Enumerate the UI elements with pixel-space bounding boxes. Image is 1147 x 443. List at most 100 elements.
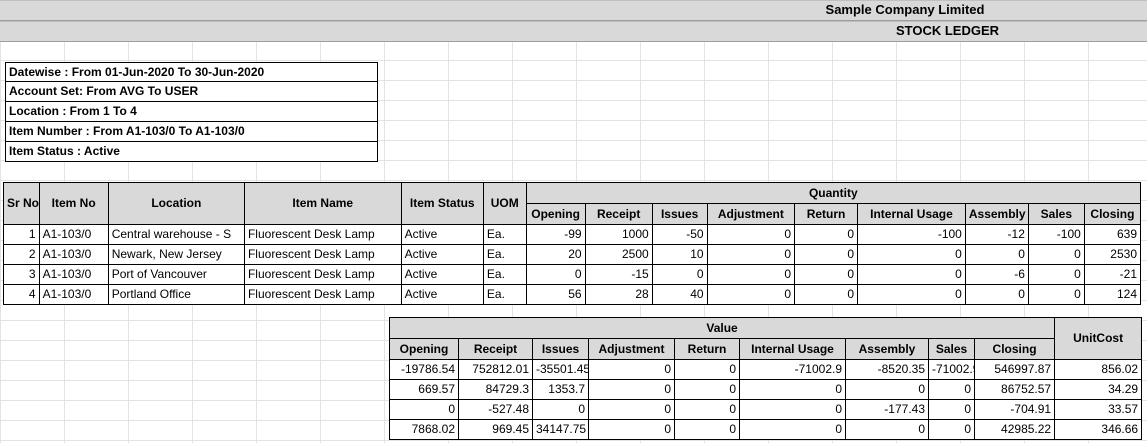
item-status-cell: Active [400, 244, 484, 265]
table-row: 4 A1-103/0 Portland Office Fluorescent Desk… [3, 284, 1142, 305]
qty-value-cell: 2500 [584, 244, 653, 265]
value-cell: 0 [845, 419, 929, 440]
qty-value-cell: 0 [794, 244, 859, 265]
header-item-no: Item No [38, 182, 109, 225]
uom-cell: Ea. [482, 244, 527, 265]
table-row: 1 A1-103/0 Central warehouse - S Fluorescen… [3, 224, 1142, 245]
value-cell: 7868.02 [389, 419, 459, 440]
item-status-cell: Active [400, 284, 484, 305]
uom-cell: Ea. [482, 264, 527, 285]
header-qty-closing: Closing [1083, 203, 1142, 225]
header-qty-adjustment: Adjustment [706, 203, 796, 225]
table-row: -19786.54 752812.01 -35501.45 0 0 -71002.9 -85… [389, 359, 1143, 380]
header-val-adjustment: Adjustment [588, 338, 675, 360]
filter-item-status: Item Status : Active [5, 142, 378, 162]
qty-value-cell: 0 [857, 284, 966, 305]
qty-value-cell: 40 [651, 284, 708, 305]
value-cell: 42985.22 [973, 419, 1056, 440]
item-name-cell: Fluorescent Desk Lamp [243, 244, 402, 265]
value-cell: 0 [928, 399, 975, 420]
table-row: 669.57 84729.3 1353.7 0 0 0 0 0 86752.57 34.29 [389, 379, 1143, 400]
qty-value-cell: -6 [964, 264, 1029, 285]
header-val-opening: Opening [389, 338, 459, 360]
value-cell: -704.91 [973, 399, 1056, 420]
header-qty-return: Return [794, 203, 859, 225]
qty-value-cell: 1000 [584, 224, 653, 245]
qty-value-cell: 56 [525, 284, 586, 305]
qty-value-cell: -21 [1083, 264, 1142, 285]
qty-value-cell: 0 [706, 244, 796, 265]
qty-value-cell: 639 [1083, 224, 1142, 245]
header-item-status: Item Status [400, 182, 484, 225]
value-cell: 84729.3 [458, 379, 533, 400]
qty-value-cell: 0 [964, 244, 1029, 265]
item-name-cell: Fluorescent Desk Lamp [243, 284, 402, 305]
value-cell: 0 [532, 399, 589, 420]
qty-value-cell: 28 [584, 284, 653, 305]
header-qty-assembly: Assembly [964, 203, 1029, 225]
header-qty-internal-usage: Internal Usage [857, 203, 966, 225]
item-no-cell: A1-103/0 [38, 244, 109, 265]
header-qty-sales: Sales [1027, 203, 1085, 225]
value-cell: 0 [928, 379, 975, 400]
qty-value-cell: 0 [1027, 264, 1085, 285]
header-qty-issues: Issues [651, 203, 708, 225]
qty-value-cell: -50 [651, 224, 708, 245]
qty-value-cell: 0 [706, 284, 796, 305]
value-cell: -19786.54 [389, 359, 459, 380]
item-no-cell: A1-103/0 [38, 264, 109, 285]
value-cell: 752812.01 [458, 359, 533, 380]
value-cell: 546997.87 [973, 359, 1056, 380]
value-cell: 0 [928, 419, 975, 440]
item-no-cell: A1-103/0 [38, 224, 109, 245]
value-cell: 0 [588, 379, 675, 400]
value-cell: 34147.75 [532, 419, 589, 440]
header-qty-opening: Opening [525, 203, 586, 225]
header-val-receipt: Receipt [458, 338, 533, 360]
qty-value-cell: 0 [1027, 284, 1085, 305]
item-status-cell: Active [400, 264, 484, 285]
value-cell: 0 [389, 399, 459, 420]
qty-value-cell: -100 [857, 224, 966, 245]
header-uom: UOM [482, 182, 527, 225]
unit-cost-cell: 34.29 [1054, 379, 1143, 400]
qty-value-cell: 2530 [1083, 244, 1142, 265]
qty-value-cell: 0 [794, 284, 859, 305]
header-val-return: Return [674, 338, 740, 360]
value-cell: 0 [739, 399, 846, 420]
qty-value-cell: -15 [584, 264, 653, 285]
uom-cell: Ea. [482, 224, 527, 245]
location-cell: Newark, New Jersey [107, 244, 245, 265]
company-name: Sample Company Limited [825, 2, 985, 17]
filter-item-number: Item Number : From A1-103/0 To A1-103/0 [5, 122, 378, 142]
unit-cost-cell: 346.66 [1054, 419, 1143, 440]
qty-value-cell: 0 [1027, 244, 1085, 265]
value-cell: -71002.9 [928, 359, 975, 380]
header-val-assembly: Assembly [845, 338, 929, 360]
value-cell: 0 [674, 379, 740, 400]
header-val-internal-usage: Internal Usage [739, 338, 846, 360]
header-location: Location [107, 182, 245, 225]
value-cell: 669.57 [389, 379, 459, 400]
header-val-issues: Issues [532, 338, 589, 360]
table-row: 7868.02 969.45 34147.75 0 0 0 0 0 42985.22 346.66 [389, 419, 1143, 440]
value-cell: -8520.35 [845, 359, 929, 380]
qty-value-cell: -99 [525, 224, 586, 245]
header-val-closing: Closing [973, 338, 1056, 360]
item-name-cell: Fluorescent Desk Lamp [243, 224, 402, 245]
qty-value-cell: 0 [525, 264, 586, 285]
header-val-sales: Sales [928, 338, 975, 360]
qty-value-cell: 0 [794, 224, 859, 245]
qty-value-cell: 124 [1083, 284, 1142, 305]
value-cell: 969.45 [458, 419, 533, 440]
qty-value-cell: 20 [525, 244, 586, 265]
header-item-name: Item Name [243, 182, 402, 225]
sr-no-cell: 3 [3, 264, 40, 285]
qty-value-cell: 0 [706, 264, 796, 285]
qty-value-cell: -100 [1027, 224, 1085, 245]
header-unit-cost: UnitCost [1054, 317, 1143, 360]
qty-value-cell: 0 [857, 264, 966, 285]
qty-value-cell: 0 [706, 224, 796, 245]
header-qty-receipt: Receipt [584, 203, 653, 225]
qty-value-cell: 0 [857, 244, 966, 265]
